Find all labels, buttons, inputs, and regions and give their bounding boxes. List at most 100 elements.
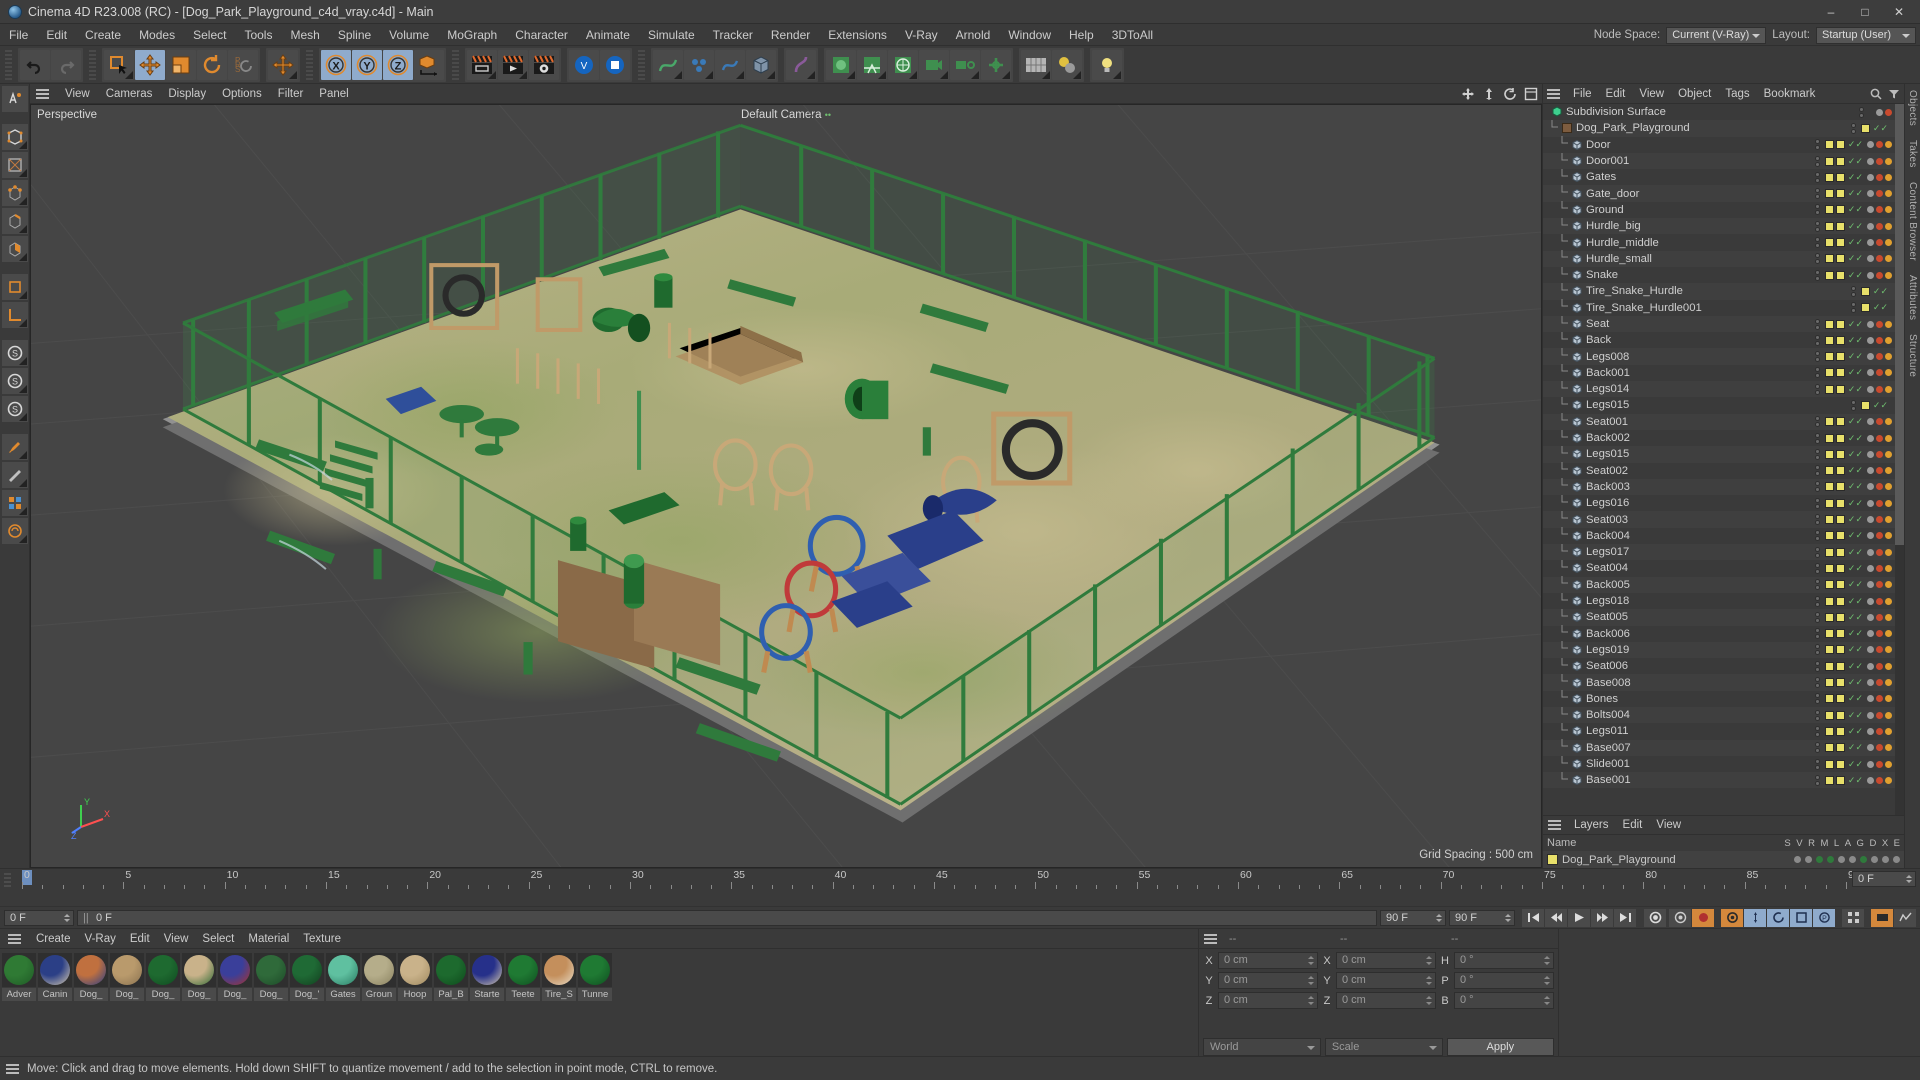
menu-animate[interactable]: Animate xyxy=(577,24,639,46)
close-button[interactable]: ✕ xyxy=(1882,0,1916,24)
visibility-dots[interactable] xyxy=(1850,122,1856,134)
maximize-button[interactable]: □ xyxy=(1848,0,1882,24)
menu-3dtoall[interactable]: 3DToAll xyxy=(1103,24,1162,46)
material-tags[interactable] xyxy=(1867,646,1892,654)
layer-column-x[interactable]: X xyxy=(1882,838,1888,849)
layer-column-m[interactable]: M xyxy=(1820,838,1828,849)
material-preview[interactable] xyxy=(74,953,108,987)
object-row[interactable]: Seat004 ✓✓ xyxy=(1543,559,1904,576)
material-tags[interactable] xyxy=(1867,369,1892,377)
material-item[interactable]: Groun xyxy=(362,953,396,1052)
render-view-button[interactable] xyxy=(467,49,497,80)
material-preview[interactable] xyxy=(290,953,324,987)
visibility-dots[interactable] xyxy=(1814,481,1820,493)
object-tags[interactable] xyxy=(1824,352,1845,362)
visibility-dots[interactable] xyxy=(1814,758,1820,770)
edge-mode-button[interactable] xyxy=(1,208,28,234)
material-preview[interactable] xyxy=(506,953,540,987)
material-preview[interactable] xyxy=(2,953,36,987)
visibility-dots[interactable] xyxy=(1850,399,1856,411)
visibility-dots[interactable] xyxy=(1814,269,1820,281)
visibility-dots[interactable] xyxy=(1814,579,1820,591)
object-tags[interactable] xyxy=(1824,156,1845,166)
cube-primitive-button[interactable] xyxy=(746,49,776,80)
layer-color-swatch[interactable] xyxy=(1547,854,1558,865)
material-menu-view[interactable]: View xyxy=(157,929,196,949)
object-tags[interactable] xyxy=(1824,645,1845,655)
layer-column-e[interactable]: E xyxy=(1894,838,1900,849)
go-to-end-button[interactable] xyxy=(1614,908,1636,927)
sky-button[interactable] xyxy=(888,49,918,80)
vertical-tab-takes[interactable]: Takes xyxy=(1907,140,1918,168)
bend-deformer-button[interactable] xyxy=(786,49,816,80)
object-manager-menu-view[interactable]: View xyxy=(1632,84,1671,104)
material-tags[interactable] xyxy=(1867,173,1892,181)
visibility-dots[interactable] xyxy=(1814,562,1820,574)
visibility-dots[interactable] xyxy=(1814,660,1820,672)
object-row[interactable]: Dog_Park_Playground ✓✓ xyxy=(1543,119,1904,137)
key-parameter-button[interactable] xyxy=(1790,908,1812,927)
menu-create[interactable]: Create xyxy=(76,24,130,46)
material-manager-hamburger-icon[interactable] xyxy=(8,933,21,944)
rotate-tool[interactable] xyxy=(197,49,227,80)
visibility-dots[interactable] xyxy=(1814,220,1820,232)
visibility-dots[interactable] xyxy=(1814,188,1820,200)
object-manager-scroll-thumb[interactable] xyxy=(1895,104,1904,545)
visibility-dots[interactable] xyxy=(1814,595,1820,607)
menu-modes[interactable]: Modes xyxy=(130,24,184,46)
object-row[interactable]: Back003 ✓✓ xyxy=(1543,478,1904,496)
material-tags[interactable] xyxy=(1867,434,1892,442)
autokey-toggle-button[interactable] xyxy=(1871,908,1893,927)
visibility-dots[interactable] xyxy=(1814,334,1820,346)
material-item[interactable]: Dog_ xyxy=(218,953,252,1052)
vertical-tab-structure[interactable]: Structure xyxy=(1907,334,1918,377)
key-rotation-button[interactable] xyxy=(1767,908,1789,927)
target-camera-button[interactable] xyxy=(950,49,980,80)
object-manager-menu-edit[interactable]: Edit xyxy=(1599,84,1633,104)
object-tags[interactable] xyxy=(1824,368,1845,378)
size-z-field[interactable]: 0 cm xyxy=(1336,992,1436,1009)
visibility-dots[interactable] xyxy=(1814,628,1820,640)
layer-column-r[interactable]: R xyxy=(1808,838,1815,849)
size-y-field[interactable]: 0 cm xyxy=(1336,972,1436,989)
object-tags[interactable] xyxy=(1824,515,1845,525)
object-row[interactable]: Back006 ✓✓ xyxy=(1543,625,1904,642)
menu-edit[interactable]: Edit xyxy=(37,24,76,46)
render-region-button[interactable] xyxy=(498,49,528,80)
object-row[interactable]: Back001 ✓✓ xyxy=(1543,364,1904,381)
object-row[interactable]: Gates ✓✓ xyxy=(1543,168,1904,185)
material-item[interactable]: Gates xyxy=(326,953,360,1052)
material-tags[interactable] xyxy=(1867,744,1892,752)
world-object-coord-button[interactable] xyxy=(414,49,444,80)
sculpt-tool-button[interactable] xyxy=(1,518,28,544)
spline-tool-button[interactable] xyxy=(653,49,683,80)
timeline-grip[interactable] xyxy=(4,873,11,889)
layer-menu-view[interactable]: View xyxy=(1649,815,1688,835)
visibility-dots[interactable] xyxy=(1814,383,1820,395)
object-row[interactable]: Base001 ✓✓ xyxy=(1543,771,1904,789)
psr-tool[interactable]: PSR xyxy=(228,49,258,80)
status-bar-hamburger-icon[interactable] xyxy=(6,1063,19,1074)
object-row[interactable]: Hurdle_middle ✓✓ xyxy=(1543,234,1904,250)
polygon-mode-button[interactable] xyxy=(1,236,28,262)
object-row[interactable]: Slide001 ✓✓ xyxy=(1543,755,1904,772)
texture-mode-button[interactable] xyxy=(1,152,28,178)
visibility-dots[interactable] xyxy=(1814,709,1820,721)
next-frame-button[interactable] xyxy=(1591,908,1613,927)
material-item[interactable]: Tire_S xyxy=(542,953,576,1052)
material-preview[interactable] xyxy=(218,953,252,987)
viewport-menu-panel[interactable]: Panel xyxy=(311,84,356,104)
layer-menu-edit[interactable]: Edit xyxy=(1616,815,1650,835)
object-row[interactable]: Bolts004 ✓✓ xyxy=(1543,706,1904,724)
visibility-dots[interactable] xyxy=(1850,285,1856,297)
object-tags[interactable] xyxy=(1824,498,1845,508)
material-tags[interactable] xyxy=(1867,467,1892,475)
object-row[interactable]: Gate_door ✓✓ xyxy=(1543,185,1904,202)
layer-menu-layers[interactable]: Layers xyxy=(1567,815,1616,835)
menu-tracker[interactable]: Tracker xyxy=(704,24,762,46)
material-preview[interactable] xyxy=(326,953,360,987)
object-row[interactable]: Legs019 ✓✓ xyxy=(1543,641,1904,659)
object-tags[interactable] xyxy=(1824,335,1845,345)
object-row[interactable]: Back004 ✓✓ xyxy=(1543,527,1904,544)
object-row[interactable]: Base007 ✓✓ xyxy=(1543,739,1904,756)
